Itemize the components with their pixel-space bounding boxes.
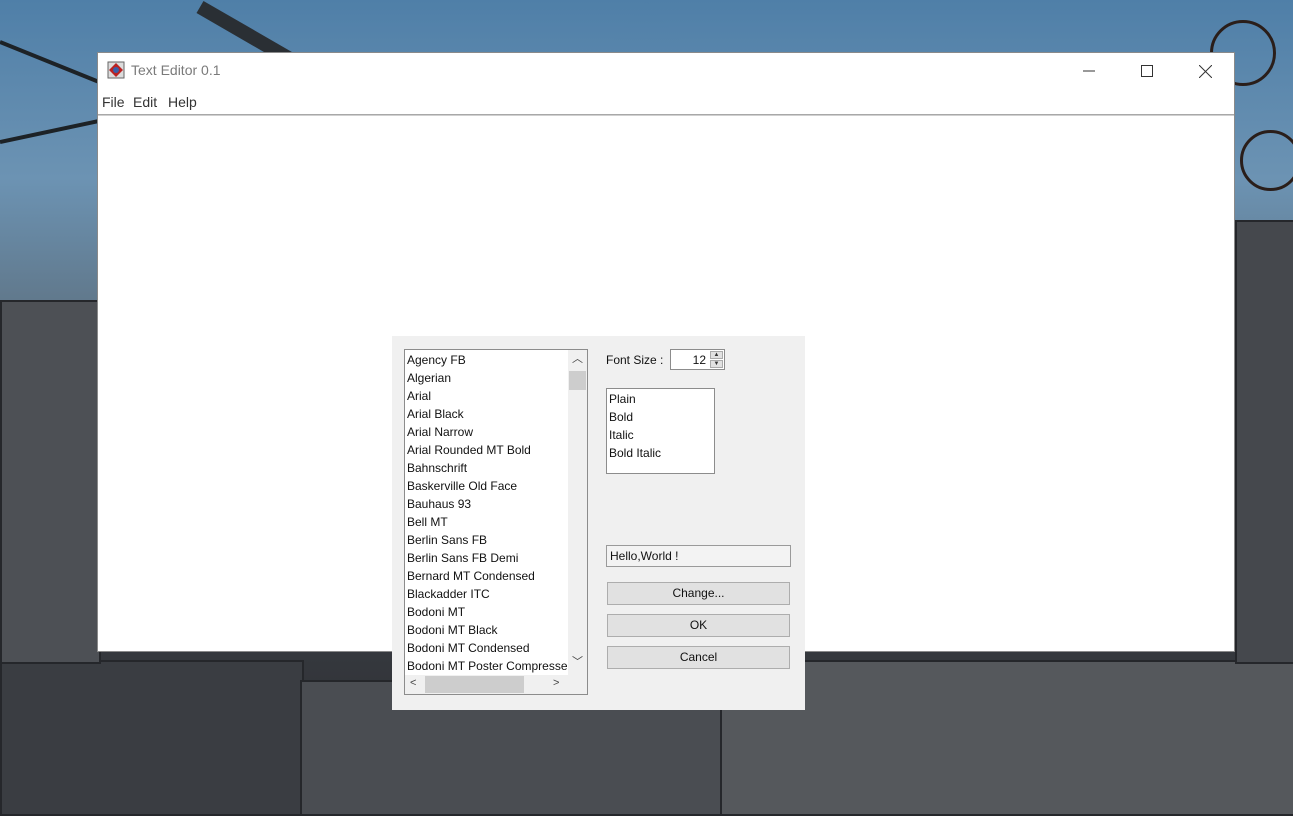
font-list-item[interactable]: Berlin Sans FB Demi bbox=[407, 549, 518, 567]
text-area[interactable]: Bodoni MT Poster Compressed Bodoni MT Con… bbox=[98, 115, 1234, 710]
font-list-item[interactable]: Baskerville Old Face bbox=[407, 477, 517, 495]
wallpaper-mech bbox=[0, 660, 304, 816]
wallpaper-mech bbox=[720, 660, 1293, 816]
font-family-list[interactable]: Bodoni MT Poster Compressed Bodoni MT Con… bbox=[404, 349, 588, 695]
font-list-item[interactable]: Bodoni MT Condensed bbox=[407, 639, 530, 657]
text-editor-window: Text Editor 0.1 File Edit Help Bodoni MT… bbox=[97, 52, 1235, 710]
wallpaper-mech bbox=[1235, 220, 1293, 664]
spinner-up-icon[interactable]: ▲ bbox=[710, 351, 723, 359]
scroll-corner bbox=[568, 675, 587, 694]
font-size-label: Font Size : bbox=[606, 353, 664, 367]
wallpaper-mech bbox=[0, 300, 101, 664]
font-list-item[interactable]: Bahnschrift bbox=[407, 459, 467, 477]
font-list-item[interactable]: Arial bbox=[407, 387, 431, 405]
change-button[interactable]: Change... bbox=[607, 582, 790, 605]
font-list-item[interactable]: Berlin Sans FB bbox=[407, 531, 487, 549]
preview-text-field[interactable]: Hello,World ! bbox=[606, 545, 791, 567]
ok-button[interactable]: OK bbox=[607, 614, 790, 637]
window-title: Text Editor 0.1 bbox=[131, 62, 221, 78]
menu-edit[interactable]: Edit bbox=[133, 94, 157, 110]
font-style-item[interactable]: Italic bbox=[609, 426, 634, 444]
horizontal-scroll-thumb[interactable] bbox=[425, 676, 524, 693]
font-list-item[interactable]: Algerian bbox=[407, 369, 451, 387]
menu-help[interactable]: Help bbox=[168, 94, 197, 110]
menu-file[interactable]: File bbox=[102, 94, 125, 110]
font-list-item[interactable]: Bodoni MT bbox=[407, 603, 465, 621]
spinner-down-icon[interactable]: ▼ bbox=[710, 360, 723, 368]
font-list-item[interactable]: Arial Rounded MT Bold bbox=[407, 441, 531, 459]
font-size-value[interactable]: 12 bbox=[693, 353, 706, 367]
minimize-button[interactable] bbox=[1060, 53, 1118, 89]
font-style-item[interactable]: Bold bbox=[609, 408, 633, 426]
wallpaper-ring bbox=[1240, 130, 1293, 191]
scroll-up-icon[interactable]: ︿ bbox=[572, 354, 583, 365]
font-chooser-dialog: Bodoni MT Poster Compressed Bodoni MT Con… bbox=[392, 336, 805, 710]
scroll-right-icon[interactable]: > bbox=[553, 678, 559, 689]
cancel-button[interactable]: Cancel bbox=[607, 646, 790, 669]
font-style-item[interactable]: Plain bbox=[609, 390, 636, 408]
font-list-item[interactable]: Blackadder ITC bbox=[407, 585, 490, 603]
java-app-icon bbox=[107, 61, 125, 79]
vertical-scroll-thumb[interactable] bbox=[569, 371, 586, 390]
scroll-down-icon[interactable]: ﹀ bbox=[572, 657, 583, 668]
font-style-item[interactable]: Bold Italic bbox=[609, 444, 661, 462]
font-list-item[interactable]: Bodoni MT Poster Compressed bbox=[407, 657, 574, 675]
scroll-left-icon[interactable]: < bbox=[410, 678, 416, 689]
font-list-item[interactable]: Bernard MT Condensed bbox=[407, 567, 535, 585]
maximize-icon bbox=[1141, 65, 1153, 77]
font-list-item[interactable]: Bauhaus 93 bbox=[407, 495, 471, 513]
minimize-icon bbox=[1083, 70, 1095, 72]
font-list-item[interactable]: Arial Narrow bbox=[407, 423, 473, 441]
font-list-item[interactable]: Agency FB bbox=[407, 351, 466, 369]
font-list-item[interactable]: Bell MT bbox=[407, 513, 448, 531]
vertical-scrollbar[interactable]: ︿ ﹀ bbox=[568, 350, 587, 676]
close-button[interactable] bbox=[1176, 53, 1234, 89]
font-list-item[interactable]: Bodoni MT Black bbox=[407, 621, 498, 639]
font-style-list[interactable]: Plain Bold Italic Bold Italic bbox=[606, 388, 715, 474]
horizontal-scrollbar[interactable]: < > bbox=[405, 675, 568, 694]
font-list-item[interactable]: Arial Black bbox=[407, 405, 464, 423]
maximize-button[interactable] bbox=[1118, 53, 1176, 89]
title-bar[interactable]: Text Editor 0.1 bbox=[98, 53, 1234, 89]
close-icon bbox=[1198, 64, 1212, 78]
menu-bar: File Edit Help bbox=[98, 89, 1234, 115]
font-size-spinner[interactable]: 12 ▲ ▼ bbox=[670, 349, 725, 370]
